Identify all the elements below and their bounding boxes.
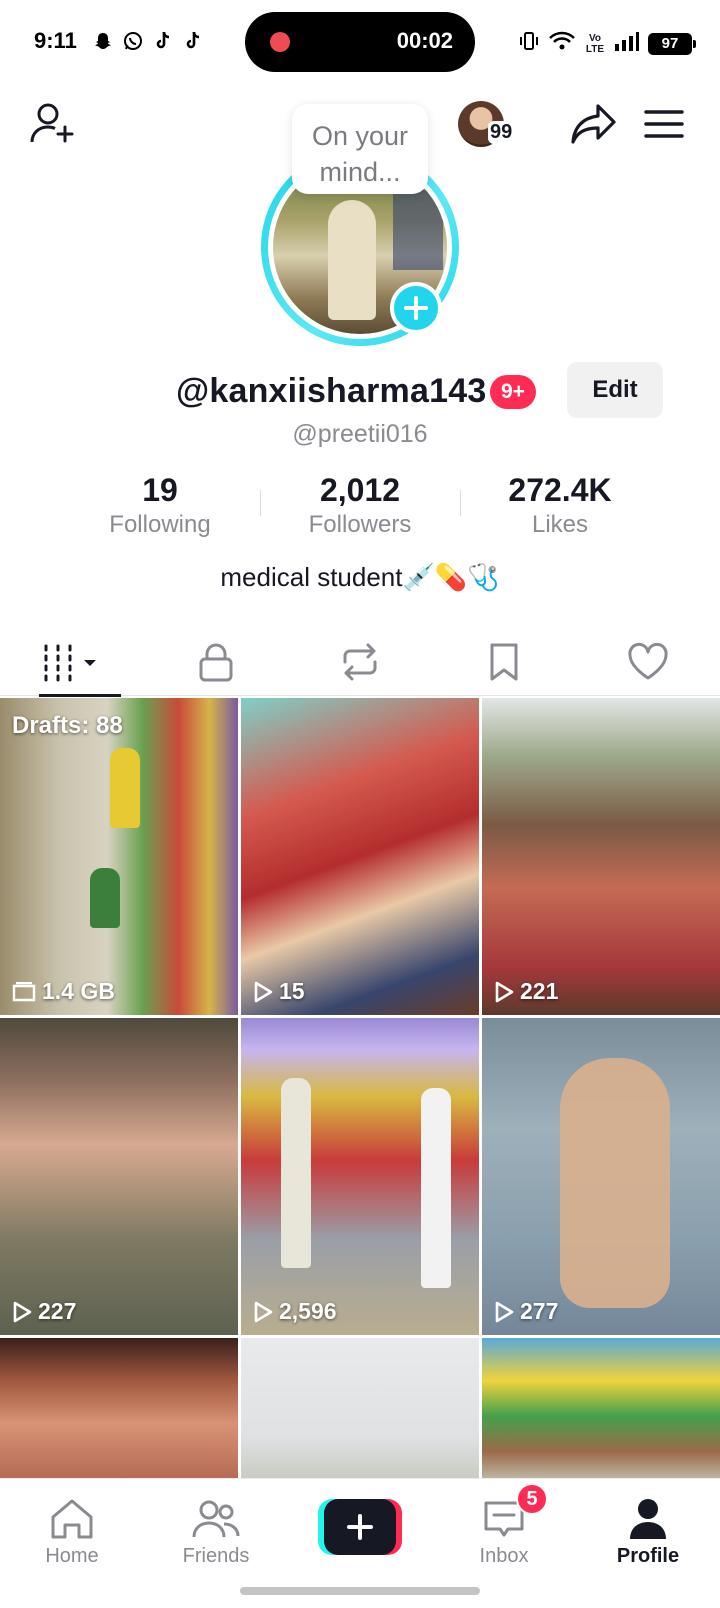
profile-bio: medical student💉💊🩺	[220, 562, 500, 592]
stat-value: 19	[142, 472, 178, 508]
edit-profile-button[interactable]: Edit	[567, 362, 663, 418]
share-icon	[571, 104, 616, 144]
view-count-value: 277	[520, 1298, 559, 1324]
tab-private[interactable]	[144, 628, 288, 696]
lock-icon	[199, 643, 233, 682]
view-count-value: 2,596	[279, 1298, 337, 1324]
plus-icon	[347, 1514, 373, 1540]
bookmark-icon	[490, 643, 518, 681]
video-grid-icon	[44, 644, 96, 682]
add-user-icon	[30, 103, 74, 143]
recording-dot-icon	[270, 32, 290, 52]
nav-profile[interactable]: Profile	[588, 1489, 708, 1568]
play-icon	[254, 981, 273, 1002]
stat-likes[interactable]: 272.4K Likes	[460, 472, 660, 539]
tab-liked[interactable]	[576, 628, 720, 696]
view-count-value: 227	[38, 1298, 77, 1324]
profile-stats: 19 Following 2,012 Followers 272.4K Like…	[0, 472, 720, 539]
notification-badge[interactable]: 9+	[490, 375, 536, 409]
screen-recording-pill[interactable]: 00:02	[245, 12, 475, 72]
play-icon	[495, 1301, 514, 1322]
view-count: 227	[12, 1298, 76, 1325]
share-profile-button[interactable]	[568, 98, 620, 150]
tab-favorites[interactable]	[432, 628, 576, 696]
drafts-tile[interactable]: Drafts: 88 1.4 GB	[0, 698, 238, 1015]
drafts-label: Drafts: 88	[12, 712, 123, 739]
profile-tabs	[0, 628, 720, 697]
stat-label: Following	[109, 511, 211, 538]
video-tile[interactable]	[482, 1338, 720, 1480]
view-count: 277	[494, 1298, 558, 1325]
stat-followers[interactable]: 2,012 Followers	[260, 472, 460, 539]
stat-label: Likes	[531, 511, 589, 538]
tab-reposts[interactable]	[288, 628, 432, 696]
vibrate-icon	[518, 30, 540, 57]
profile-icon	[630, 1499, 666, 1539]
view-count: 15	[253, 978, 305, 1005]
profile-username: @kanxiisharma143	[176, 372, 487, 410]
profile-views-count: 99	[488, 121, 515, 144]
whatsapp-icon	[122, 30, 144, 52]
friends-icon	[192, 1500, 240, 1538]
folder-icon	[12, 981, 36, 1001]
menu-button[interactable]	[638, 98, 690, 150]
signal-icon	[614, 30, 640, 57]
tiktok-icon	[152, 30, 174, 52]
plus-icon	[404, 296, 428, 320]
stat-value: 2,012	[319, 472, 401, 508]
video-tile[interactable]	[241, 1338, 479, 1480]
home-icon	[51, 1499, 93, 1539]
name-row: @kanxiisharma143 9+ Edit	[0, 362, 720, 418]
view-count-value: 15	[279, 978, 305, 1004]
home-indicator[interactable]	[240, 1587, 480, 1595]
view-count-value: 221	[520, 978, 559, 1004]
tiktok-icon	[182, 30, 204, 52]
video-tile[interactable]: 227	[0, 1018, 238, 1335]
video-tile[interactable]: 221	[482, 698, 720, 1015]
play-icon	[254, 1301, 273, 1322]
heart-icon	[628, 642, 668, 680]
header-actions: 99	[458, 98, 690, 150]
view-count: 2,596	[253, 1298, 337, 1325]
video-tile[interactable]	[0, 1338, 238, 1480]
video-tile[interactable]: 2,596	[241, 1018, 479, 1335]
hamburger-menu-icon	[644, 110, 684, 138]
drafts-size-value: 1.4 GB	[42, 978, 115, 1004]
nav-home-label: Home	[45, 1545, 99, 1567]
nav-home[interactable]: Home	[12, 1489, 132, 1568]
video-tile[interactable]: 277	[482, 1018, 720, 1335]
battery-indicator: 97	[648, 32, 696, 55]
nav-profile-label: Profile	[616, 1545, 680, 1567]
status-indicators: Vo LTE 97	[518, 30, 696, 57]
video-tile[interactable]: 15	[241, 698, 479, 1015]
video-grid: Drafts: 88 1.4 GB 15 221 227 2,596 277	[0, 698, 720, 1480]
add-friend-button[interactable]	[28, 100, 76, 148]
view-count: 221	[494, 978, 558, 1005]
stat-value: 272.4K	[508, 472, 612, 508]
play-icon	[495, 981, 514, 1002]
status-bar: 9:11 00:02 Vo LTE 97	[0, 0, 720, 84]
inbox-badge: 5	[516, 1483, 548, 1515]
stat-label: Followers	[308, 511, 412, 538]
status-app-icons	[92, 30, 204, 52]
profile-views-avatar[interactable]: 99	[458, 101, 515, 147]
wifi-icon	[548, 30, 576, 57]
profile-handle: @preetii016	[292, 420, 428, 448]
network-label: Vo LTE	[585, 32, 605, 55]
status-time: 9:11	[34, 28, 77, 53]
tab-videos[interactable]	[0, 628, 144, 697]
nav-inbox-label: Inbox	[479, 1545, 529, 1567]
stat-following[interactable]: 19 Following	[60, 472, 260, 539]
nav-friends-label: Friends	[182, 1545, 250, 1567]
add-story-button[interactable]	[390, 282, 442, 334]
play-icon	[13, 1301, 32, 1322]
recording-timer: 00:02	[396, 28, 453, 53]
drafts-size: 1.4 GB	[12, 978, 115, 1005]
create-button[interactable]	[318, 1499, 402, 1555]
repost-icon	[343, 643, 377, 681]
on-your-mind-bubble[interactable]: On your mind...	[292, 104, 428, 194]
nav-friends[interactable]: Friends	[156, 1489, 276, 1568]
snapchat-icon	[92, 30, 114, 52]
